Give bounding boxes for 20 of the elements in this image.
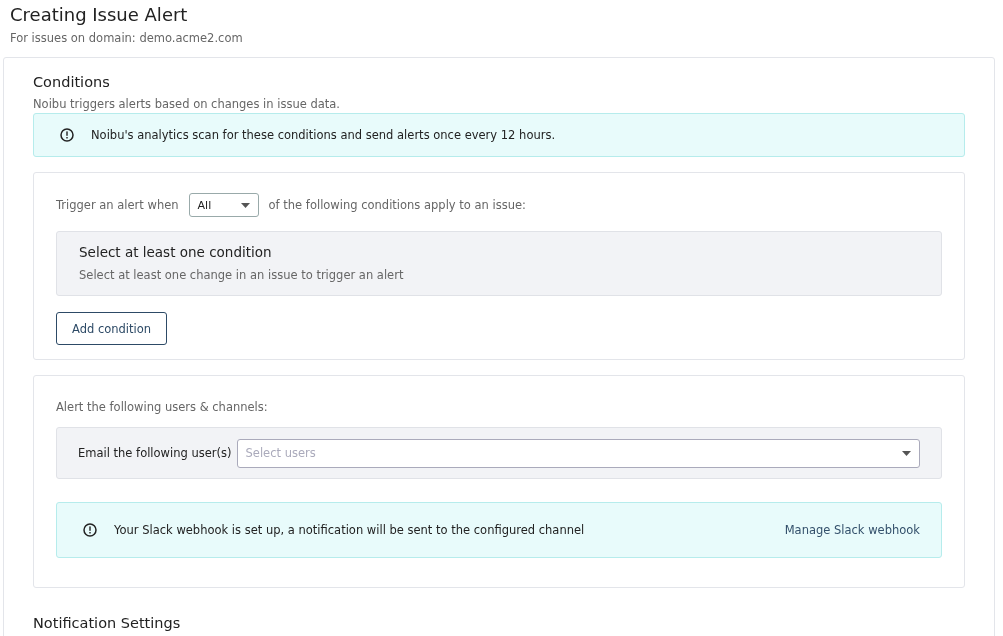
slack-banner-text: Your Slack webhook is set up, a notification will be sent to the configured channel [114, 523, 585, 537]
empty-state-description: Select at least one change in an issue to trigger an alert [79, 268, 405, 282]
match-dropdown[interactable]: All [188, 193, 259, 217]
section-description: Noibu triggers alerts based on changes in issue data. [33, 97, 341, 111]
trigger-label: Trigger an alert when [56, 198, 179, 212]
section-title: Conditions [33, 74, 111, 90]
page-subtitle: For issues on domain: demo.acme2.com [9, 31, 244, 45]
page-title: Creating Issue Alert [9, 4, 189, 26]
section-title: Notification Settings [33, 615, 182, 631]
add-condition-button[interactable]: Add condition [56, 312, 168, 345]
trigger-suffix: of the following conditions apply to an issue: [268, 198, 526, 212]
caret-icon [240, 202, 250, 208]
manage-slack-link[interactable]: Manage Slack webhook [784, 523, 920, 537]
email-label: Email the following user(s) [78, 446, 232, 460]
empty-state-title: Select at least one condition [79, 244, 273, 260]
caret-icon [902, 450, 911, 456]
info-icon [60, 128, 74, 142]
banner-text: Noibu's analytics scan for these conditions and send alerts once every 12 hours. [91, 128, 556, 142]
recipients-label: Alert the following users & channels: [56, 400, 268, 414]
info-icon [83, 523, 97, 537]
